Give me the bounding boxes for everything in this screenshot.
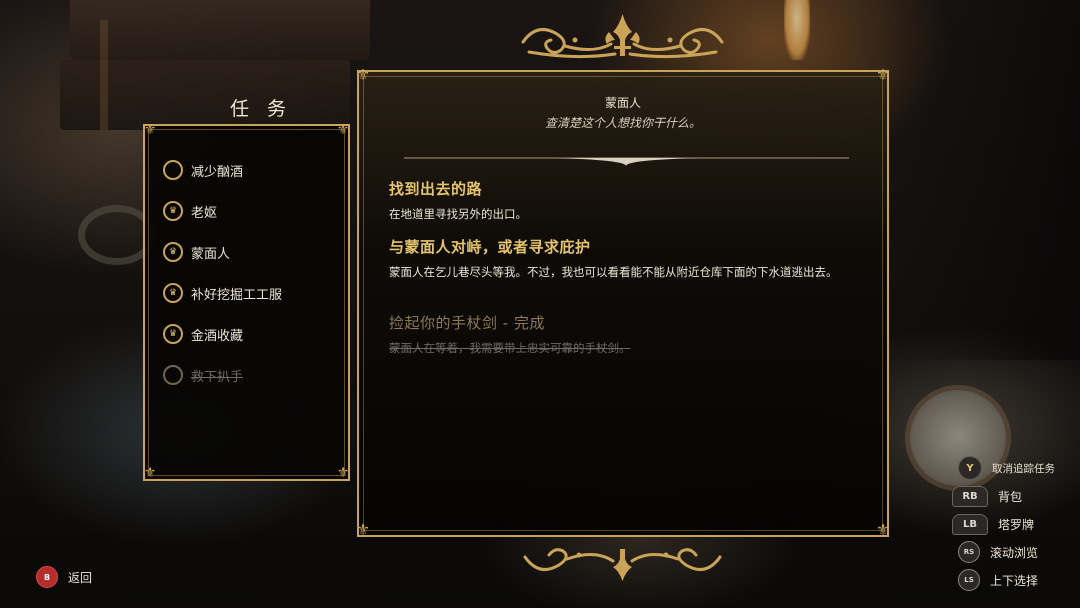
background-shadow bbox=[880, 0, 1080, 360]
empty-circle-icon: ♛ bbox=[163, 365, 183, 385]
y-button-icon: Y bbox=[958, 456, 982, 480]
select-prompt[interactable]: LS 上下选择 bbox=[958, 569, 1038, 591]
divider-ornament bbox=[404, 157, 849, 166]
objective: 与蒙面人对峙，或者寻求庇护 蒙面人在乞儿巷尽头等我。不过，我也可以看看能不能从附… bbox=[389, 236, 859, 281]
quest-name: 蒙面人 bbox=[604, 96, 641, 110]
background-book bbox=[70, 0, 370, 60]
quest-item[interactable]: ♛ 金酒收藏 bbox=[163, 322, 343, 346]
crown-medallion-icon: ♛ bbox=[163, 201, 183, 221]
ornament-corner-icon: ⚜ bbox=[143, 465, 157, 481]
quest-list-panel: ⚜ ⚜ ⚜ ⚜ ♛ 减少酗酒 ♛ 老妪 ♛ 蒙面人 ♛ 补好挖掘工工服 ♛ 金酒… bbox=[143, 122, 350, 481]
objective-text: 在地道里寻找另外的出口。 bbox=[389, 207, 527, 221]
background-book-spine bbox=[100, 20, 108, 130]
tarot-label: 塔罗牌 bbox=[998, 518, 1035, 532]
empty-circle-icon: ♛ bbox=[163, 160, 183, 180]
scroll-prompt[interactable]: RS 滚动浏览 bbox=[958, 541, 1038, 563]
rb-button-icon: RB bbox=[952, 486, 988, 507]
untrack-quest-prompt[interactable]: Y 取消追踪任务 bbox=[958, 456, 1055, 480]
quest-label: 金酒收藏 bbox=[191, 328, 244, 344]
objective: 找到出去的路 在地道里寻找另外的出口。 bbox=[389, 178, 859, 223]
quest-label: 减少酗酒 bbox=[191, 164, 244, 180]
crown-medallion-icon: ♛ bbox=[163, 324, 183, 344]
objective-title: 与蒙面人对峙，或者寻求庇护 bbox=[389, 238, 591, 256]
quest-detail-panel: ⚜ ⚜ ⚜ ⚜ 蒙面人 查清楚这个人想找你干什么。 找到出去的路 在地道里寻找另… bbox=[355, 65, 891, 539]
back-prompt[interactable]: B 返回 bbox=[36, 566, 92, 588]
ornament-corner-icon: ⚜ bbox=[355, 65, 371, 84]
quest-item[interactable]: ♛ 补好挖掘工工服 bbox=[163, 281, 343, 305]
tarot-prompt[interactable]: LB 塔罗牌 bbox=[952, 514, 1034, 535]
background-book bbox=[60, 60, 350, 130]
ornament-corner-icon: ⚜ bbox=[875, 520, 891, 539]
back-label: 返回 bbox=[68, 570, 93, 585]
crown-medallion-icon: ♛ bbox=[163, 242, 183, 262]
objective-title: 捡起你的手杖剑 - 完成 bbox=[389, 314, 545, 332]
ornament-corner-icon: ⚜ bbox=[143, 122, 157, 138]
ornament-corner-icon: ⚜ bbox=[336, 465, 350, 481]
objective-completed: 捡起你的手杖剑 - 完成 蒙面人在等着，我需要带上忠实可靠的手杖剑。 bbox=[389, 312, 859, 357]
objective-text: 蒙面人在乞儿巷尽头等我。不过，我也可以看看能不能从附近仓库下面的下水道逃出去。 bbox=[389, 265, 838, 279]
quest-label: 蒙面人 bbox=[191, 246, 231, 262]
scroll-label: 滚动浏览 bbox=[990, 545, 1039, 560]
right-stick-icon: RS bbox=[958, 541, 980, 563]
quest-item[interactable]: ♛ 救下扒手 bbox=[163, 363, 343, 387]
select-label: 上下选择 bbox=[990, 573, 1039, 588]
quest-item-selected[interactable]: ♛ 蒙面人 bbox=[163, 240, 343, 264]
crown-medallion-icon: ♛ bbox=[163, 283, 183, 303]
b-button-icon: B bbox=[36, 566, 58, 588]
quest-description: 查清楚这个人想找你干什么。 bbox=[544, 116, 701, 130]
backpack-prompt[interactable]: RB 背包 bbox=[952, 486, 1022, 507]
left-stick-icon: LS bbox=[958, 569, 980, 591]
bottom-flourish-ornament bbox=[523, 548, 722, 581]
quest-item[interactable]: ♛ 老妪 bbox=[163, 199, 343, 223]
quest-label: 救下扒手 bbox=[191, 369, 244, 385]
quests-title: 任 务 bbox=[230, 98, 293, 120]
backpack-label: 背包 bbox=[998, 490, 1023, 504]
ornament-corner-icon: ⚜ bbox=[875, 65, 891, 84]
lb-button-icon: LB bbox=[952, 514, 988, 535]
quest-item[interactable]: ♛ 减少酗酒 bbox=[163, 158, 343, 182]
ornament-corner-icon: ⚜ bbox=[355, 520, 371, 539]
top-flourish-ornament bbox=[521, 14, 724, 59]
ornament-corner-icon: ⚜ bbox=[336, 122, 350, 138]
background-candle bbox=[784, 0, 810, 60]
quest-label: 老妪 bbox=[191, 205, 218, 221]
untrack-label: 取消追踪任务 bbox=[992, 462, 1055, 475]
quest-label: 补好挖掘工工服 bbox=[191, 287, 283, 303]
objective-title: 找到出去的路 bbox=[389, 180, 483, 198]
objective-text: 蒙面人在等着，我需要带上忠实可靠的手杖剑。 bbox=[389, 341, 631, 355]
